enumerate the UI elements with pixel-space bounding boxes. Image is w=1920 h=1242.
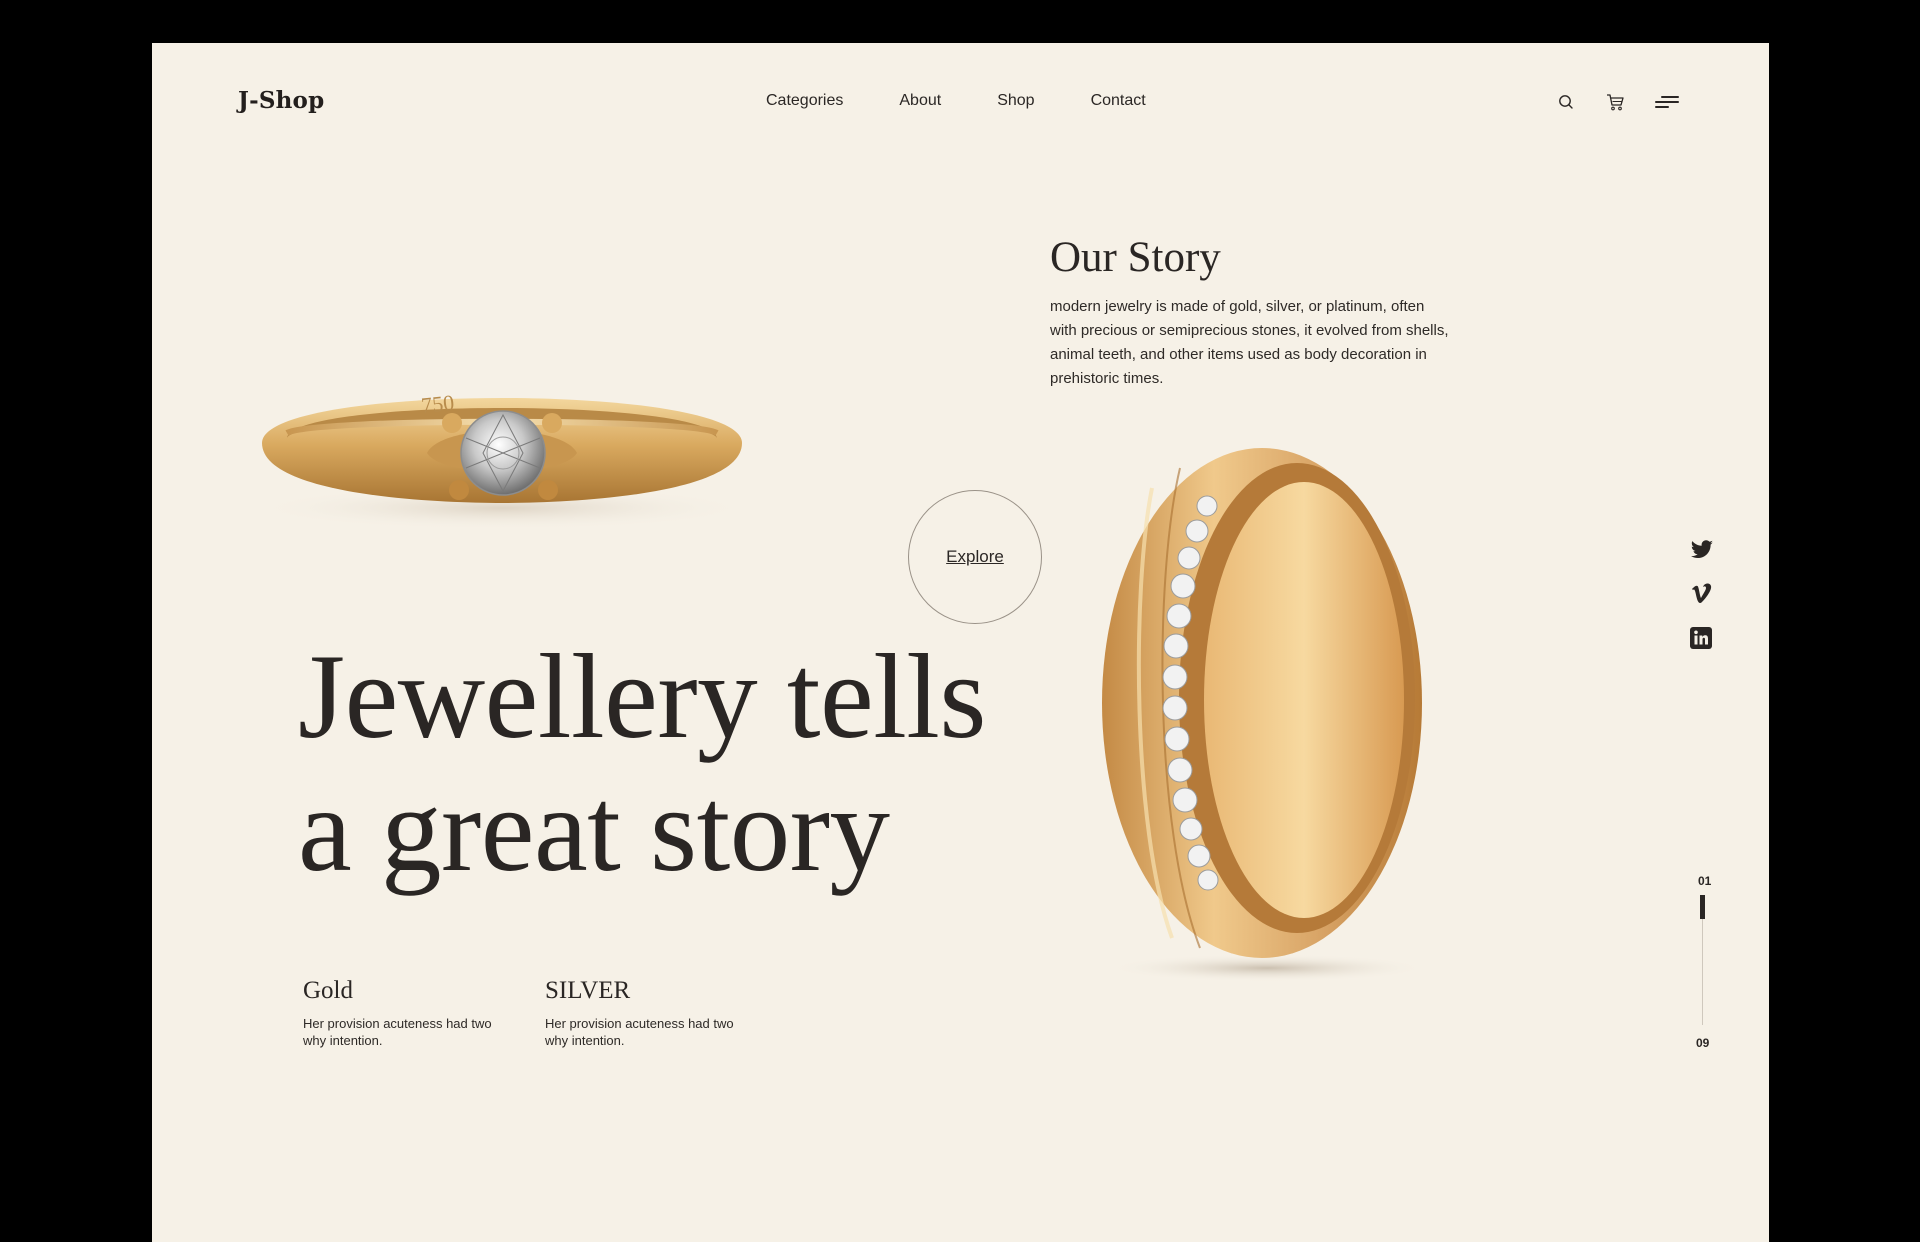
search-icon[interactable] [1557,93,1575,111]
nav-categories[interactable]: Categories [766,92,843,110]
cart-icon[interactable] [1605,92,1625,112]
pager-indicator[interactable] [1700,895,1705,919]
menu-icon[interactable] [1655,94,1679,110]
main-nav: Categories About Shop Contact [766,92,1202,110]
logo[interactable]: J-Shop [238,87,324,114]
explore-button[interactable]: Explore [908,490,1042,624]
pager-current: 01 [1698,874,1712,888]
material-silver-text: Her provision acuteness had two why inte… [545,1016,734,1048]
story-text: modern jewelry is made of gold, silver, … [1050,298,1449,387]
material-gold-text: Her provision acuteness had two why inte… [303,1016,492,1048]
social-links [1690,539,1714,671]
material-silver-title: SILVER [545,977,631,1004]
story-title: Our Story [1050,234,1221,281]
material-gold[interactable]: Gold Her provision acuteness had two why… [303,977,513,1049]
diamond-band-ring-image [1102,448,1427,982]
material-gold-title: Gold [303,977,353,1004]
hero-line-1: Jewellery tells [298,630,987,764]
header-icons [1557,92,1679,112]
linkedin-icon[interactable] [1690,627,1712,649]
solitaire-ring-image: 750 [252,390,752,530]
nav-contact[interactable]: Contact [1091,92,1146,110]
hero-line-2: a great story [298,763,890,897]
explore-label: Explore [946,547,1004,566]
material-silver[interactable]: SILVER Her provision acuteness had two w… [545,977,755,1049]
page: J-Shop Categories About Shop Contact 750… [152,43,1769,1242]
nav-shop[interactable]: Shop [997,92,1034,110]
nav-about[interactable]: About [899,92,941,110]
vimeo-icon[interactable] [1690,583,1714,605]
hero-headline: Jewellery tells a great story [298,630,987,897]
twitter-icon[interactable] [1690,539,1714,561]
pager-total: 09 [1696,1036,1710,1050]
